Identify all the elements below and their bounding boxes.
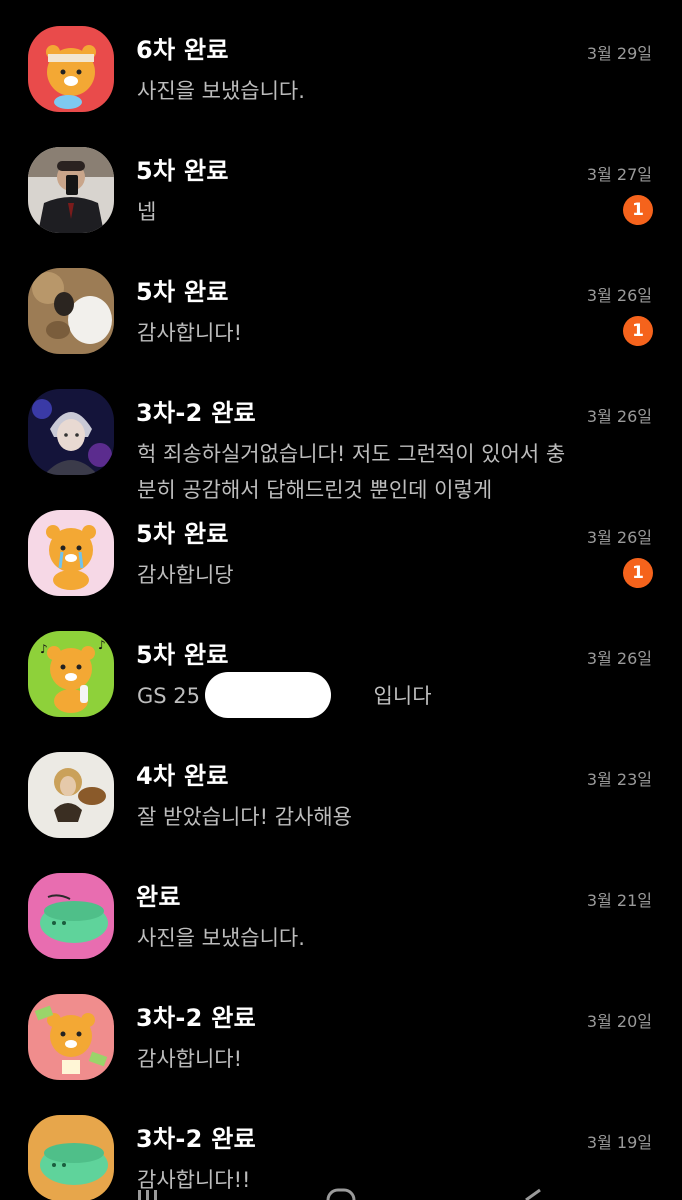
chat-list: 6차 완료 사진을 보냈습니다. 3월 29일 5차 완료 넵 3월 27일 1 <box>0 0 682 1200</box>
chat-row[interactable]: 5차 완료 넵 3월 27일 1 <box>0 121 682 241</box>
chat-preview: 감사합니당 <box>137 563 234 587</box>
chat-date: 3월 21일 <box>586 891 652 910</box>
svg-text:♪: ♪ <box>98 638 106 652</box>
chat-name: 5차 완료 <box>136 520 229 548</box>
android-nav-bar <box>0 1182 682 1200</box>
chat-name: 6차 완료 <box>136 36 229 64</box>
unread-badge: 1 <box>623 316 653 346</box>
photo-avatar-icon[interactable] <box>28 752 114 838</box>
chat-name: 5차 완료 <box>136 278 229 306</box>
chat-name: 3차-2 완료 <box>136 1004 257 1032</box>
chat-preview: GS 25 입니다 <box>137 684 432 708</box>
chat-name: 3차-2 완료 <box>136 1125 257 1153</box>
chat-row[interactable]: 3차-2 완료 헉 죄송하실거없습니다! 저도 그런적이 있어서 충분히 공감해… <box>0 363 682 503</box>
dino-sleeping-avatar-icon[interactable] <box>28 873 114 959</box>
chat-preview: 넵 <box>137 200 157 224</box>
chat-row[interactable]: 완료 사진을 보냈습니다. 3월 21일 <box>0 847 682 967</box>
redaction-mark <box>205 672 331 718</box>
chat-name: 5차 완료 <box>136 641 229 669</box>
back-icon[interactable] <box>525 1188 541 1200</box>
chat-row[interactable]: 5차 완료 감사합니다! 3월 26일 1 <box>0 242 682 362</box>
chat-date: 3월 26일 <box>586 286 652 305</box>
chat-preview: 사진을 보냈습니다. <box>137 79 305 103</box>
chat-date: 3월 26일 <box>586 649 652 668</box>
chat-row[interactable]: 3차-2 완료 감사합니다! 3월 20일 <box>0 968 682 1088</box>
chat-row[interactable]: 4차 완료 잘 받았습니다! 감사해용 3월 23일 <box>0 726 682 846</box>
ryan-singing-avatar-icon[interactable]: ♪ ♪ <box>28 631 114 717</box>
chat-date: 3월 29일 <box>586 44 652 63</box>
chat-name: 완료 <box>136 883 181 911</box>
chat-date: 3월 27일 <box>586 165 652 184</box>
chat-name: 3차-2 완료 <box>136 399 257 427</box>
chat-date: 3월 20일 <box>586 1012 652 1031</box>
unread-badge: 1 <box>623 558 653 588</box>
photo-avatar-icon[interactable] <box>28 268 114 354</box>
chat-date: 3월 19일 <box>586 1133 652 1152</box>
chat-preview: 감사합니다! <box>137 321 243 345</box>
chat-preview: 감사합니다! <box>137 1047 243 1071</box>
chat-date: 3월 26일 <box>586 407 652 426</box>
chat-row[interactable]: ♪ ♪ 5차 완료 GS 25 입니다 3월 26일 <box>0 605 682 725</box>
home-icon[interactable] <box>326 1188 356 1200</box>
recent-apps-icon[interactable] <box>138 1190 157 1200</box>
ryan-crying-avatar-icon[interactable] <box>28 510 114 596</box>
chat-name: 4차 완료 <box>136 762 229 790</box>
chat-date: 3월 23일 <box>586 770 652 789</box>
chat-preview: 잘 받았습니다! 감사해용 <box>137 805 352 829</box>
anime-character-avatar-icon[interactable] <box>28 389 114 475</box>
selfie-photo-avatar-icon[interactable] <box>28 147 114 233</box>
svg-text:♪: ♪ <box>40 642 48 656</box>
chat-row[interactable]: 5차 완료 감사합니당 3월 26일 1 <box>0 484 682 604</box>
chat-name: 5차 완료 <box>136 157 229 185</box>
ryan-money-avatar-icon[interactable] <box>28 994 114 1080</box>
ryan-headband-avatar-icon[interactable] <box>28 26 114 112</box>
chat-date: 3월 26일 <box>586 528 652 547</box>
chat-preview: 사진을 보냈습니다. <box>137 926 305 950</box>
chat-row[interactable]: 6차 완료 사진을 보냈습니다. 3월 29일 <box>0 0 682 120</box>
unread-badge: 1 <box>623 195 653 225</box>
